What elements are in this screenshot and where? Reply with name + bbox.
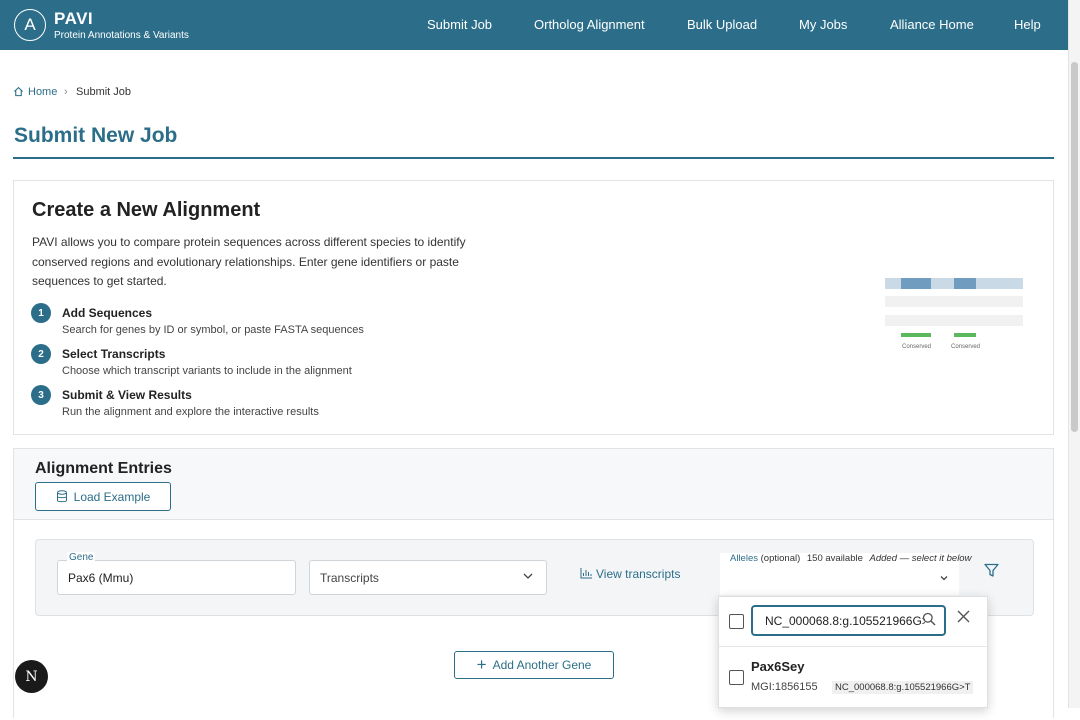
title-divider: [13, 157, 1054, 159]
brand-title[interactable]: PAVI: [54, 9, 93, 29]
page-scrollbar[interactable]: [1068, 0, 1080, 708]
nav-bulk-upload[interactable]: Bulk Upload: [687, 17, 757, 32]
allele-option-hgvs: NC_000068.8:g.105521966G>T: [832, 681, 974, 694]
step-title: Submit & View Results: [62, 388, 192, 402]
gene-field-label: Gene: [67, 552, 96, 563]
filter-icon[interactable]: [984, 563, 999, 582]
step-description: Choose which transcript variants to incl…: [62, 365, 352, 377]
scrollbar-thumb[interactable]: [1071, 62, 1078, 432]
nav-ortholog-alignment[interactable]: Ortholog Alignment: [534, 17, 645, 32]
chevron-down-icon: [522, 570, 534, 585]
dropdown-divider: [719, 646, 987, 647]
nav-my-jobs[interactable]: My Jobs: [799, 17, 847, 32]
home-icon[interactable]: [13, 86, 24, 99]
search-icon[interactable]: [922, 612, 936, 629]
gene-field-value: Pax6 (Mmu): [68, 571, 134, 585]
step-number: 2: [31, 344, 51, 364]
nav-alliance-home[interactable]: Alliance Home: [890, 17, 974, 32]
alleles-optional: (optional): [760, 553, 801, 564]
view-transcripts-link[interactable]: View transcripts: [580, 567, 680, 581]
illustration-highlight: [901, 278, 931, 289]
illustration-sequence-bar: [885, 315, 1023, 326]
transcripts-placeholder: Transcripts: [320, 571, 379, 585]
alleles-label: Alleles (optional) 150 available Added —…: [730, 554, 971, 564]
illustration-label: Conserved: [951, 344, 981, 350]
step-number: 3: [31, 385, 51, 405]
close-icon[interactable]: [957, 607, 970, 628]
alleles-count: 150 available: [806, 553, 863, 564]
transcripts-select[interactable]: Transcripts: [309, 560, 547, 595]
allele-search-value: NC_000068.8:g.105521966G>T: [765, 614, 925, 628]
database-icon: [56, 490, 67, 503]
select-all-checkbox[interactable]: [729, 614, 744, 629]
illustration-conserved-mark: [954, 333, 976, 337]
allele-search-input[interactable]: NC_000068.8:g.105521966G>T: [751, 605, 946, 636]
breadcrumb-current: Submit Job: [76, 86, 132, 98]
load-example-label: Load Example: [73, 489, 151, 504]
alleles-title: Alleles: [730, 553, 758, 564]
step-title: Add Sequences: [62, 306, 153, 320]
top-navigation-bar: A PAVI Protein Annotations & Variants Su…: [0, 0, 1068, 50]
plus-icon: +: [476, 655, 487, 674]
intro-text: PAVI allows you to compare protein seque…: [32, 235, 466, 288]
nav-help[interactable]: Help: [1014, 17, 1041, 32]
load-example-button[interactable]: Load Example: [35, 482, 171, 511]
pavi-logo-icon[interactable]: A: [14, 9, 46, 41]
step-title: Select Transcripts: [62, 347, 166, 361]
illustration-conserved-mark: [901, 333, 931, 337]
allele-option-id: MGI:1856155: [751, 681, 818, 693]
brand-subtitle: Protein Annotations & Variants: [54, 30, 189, 41]
step-number: 1: [31, 303, 51, 323]
intro-card: Create a New Alignment PAVI allows you t…: [13, 180, 1054, 435]
bar-chart-icon: [580, 568, 592, 579]
breadcrumb-separator: ›: [64, 86, 68, 98]
gene-field[interactable]: Gene Pax6 (Mmu): [57, 552, 296, 595]
step-description: Run the alignment and explore the intera…: [62, 406, 319, 418]
breadcrumb-home[interactable]: Home: [28, 86, 57, 98]
allele-option-name[interactable]: Pax6Sey: [751, 659, 805, 674]
allele-dropdown: NC_000068.8:g.105521966G>T Pax6Sey MGI:1…: [718, 596, 988, 708]
entries-heading: Alignment Entries: [35, 460, 172, 477]
illustration-highlight: [954, 278, 976, 289]
intro-heading: Create a New Alignment: [32, 199, 261, 221]
nav-submit-job[interactable]: Submit Job: [427, 17, 492, 32]
alleles-hint: Added — select it below: [869, 553, 972, 564]
view-transcripts-label: View transcripts: [596, 567, 681, 581]
chevron-down-icon: [939, 573, 949, 586]
dev-tools-badge[interactable]: N: [15, 660, 48, 693]
illustration-label: Conserved: [902, 344, 932, 350]
page-title: Submit New Job: [14, 124, 178, 147]
logo-glyph: A: [24, 15, 36, 34]
alleles-select[interactable]: Alleles (optional) 150 available Added —…: [720, 553, 971, 595]
add-gene-label: Add Another Gene: [492, 658, 592, 672]
illustration-sequence-bar: [885, 296, 1023, 307]
add-another-gene-button[interactable]: + Add Another Gene: [454, 651, 614, 679]
step-description: Search for genes by ID or symbol, or pas…: [62, 324, 364, 336]
allele-option-checkbox[interactable]: [729, 670, 744, 685]
